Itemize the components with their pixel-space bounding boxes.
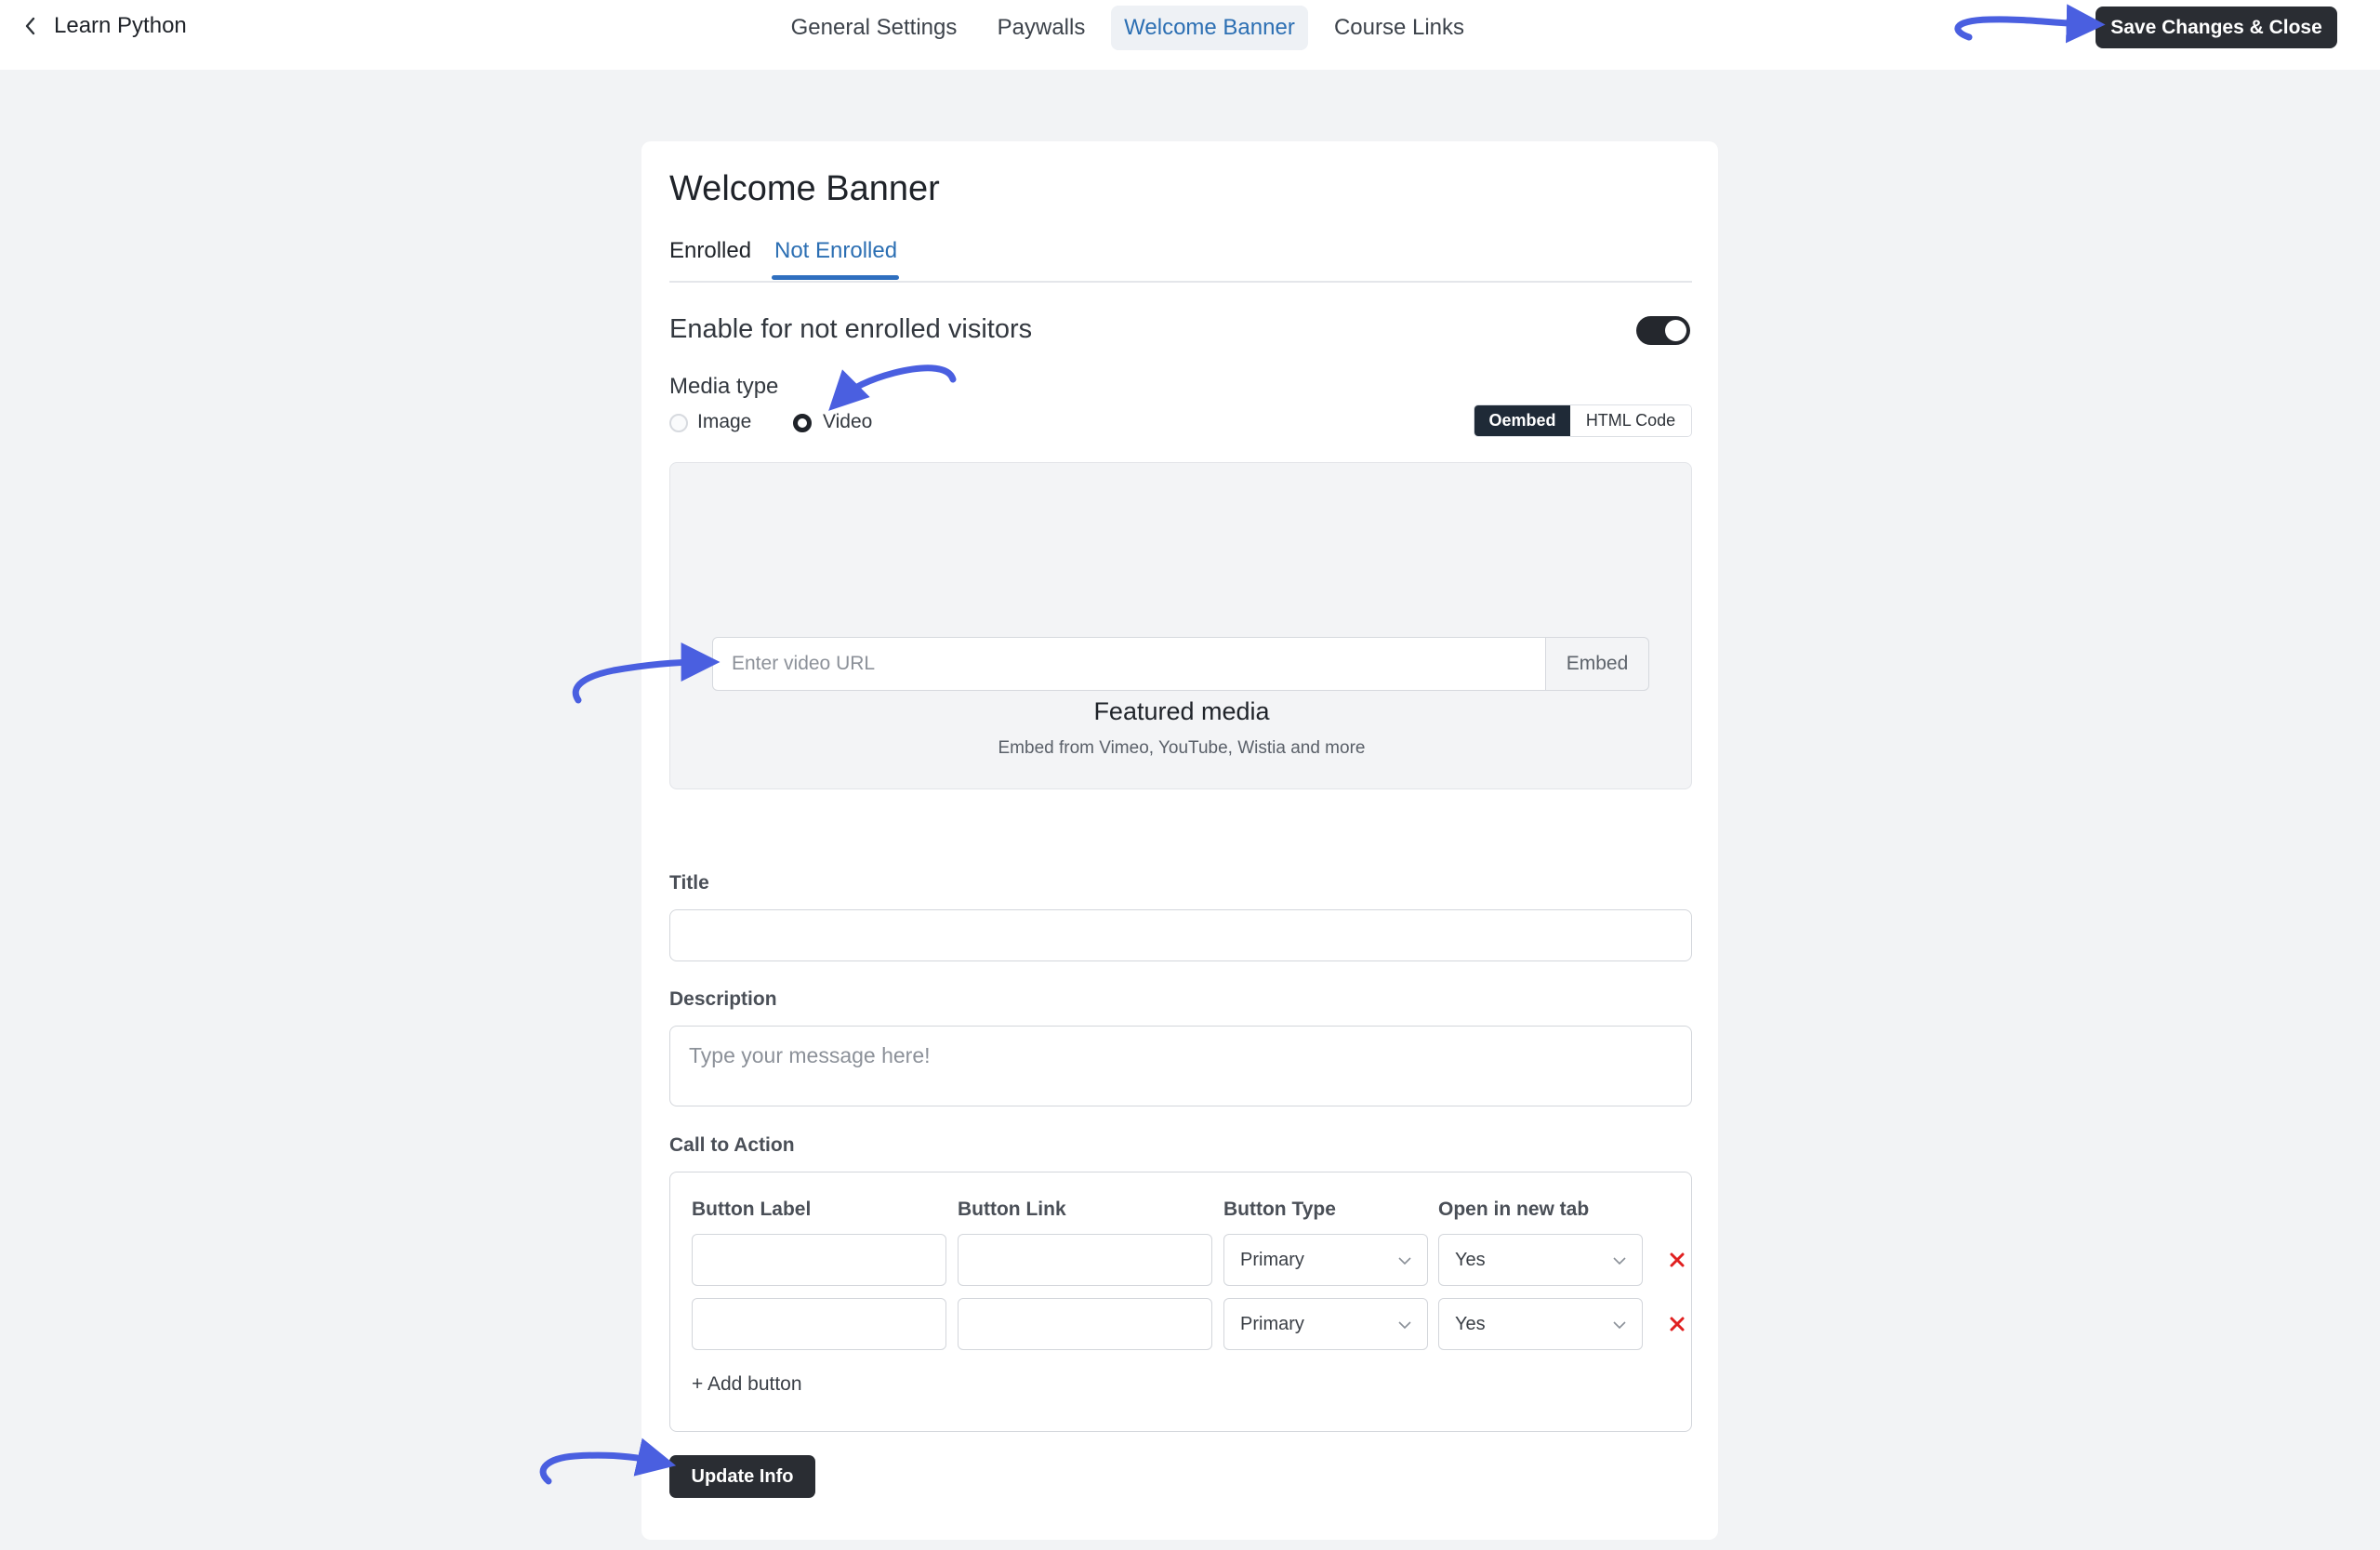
tab-general-settings[interactable]: General Settings: [781, 6, 967, 50]
col-open-new-tab: Open in new tab: [1438, 1199, 1590, 1220]
back-link[interactable]: Learn Python: [24, 13, 187, 39]
tab-welcome-banner[interactable]: Welcome Banner: [1111, 6, 1308, 50]
enable-toggle[interactable]: [1636, 316, 1690, 345]
chevron-left-icon: [25, 17, 35, 35]
featured-media-title: Featured media: [1093, 697, 1270, 725]
subtab-enrolled[interactable]: Enrolled: [669, 238, 751, 264]
open-new-tab-select[interactable]: Yes: [1438, 1234, 1643, 1286]
html-code-option[interactable]: HTML Code: [1570, 405, 1691, 436]
enable-label: Enable for not enrolled visitors: [669, 314, 1033, 344]
settings-nav: General Settings Paywalls Welcome Banner…: [0, 6, 2380, 50]
col-button-label: Button Label: [692, 1199, 812, 1220]
image-radio[interactable]: [669, 414, 688, 432]
button-type-select[interactable]: Primary: [1223, 1234, 1428, 1286]
open-new-tab-value: Yes: [1455, 1314, 1486, 1334]
button-type-select[interactable]: Primary: [1223, 1298, 1428, 1350]
delete-row-icon[interactable]: [1669, 1252, 1686, 1268]
col-button-type: Button Type: [1223, 1199, 1336, 1220]
back-link-label: Learn Python: [54, 13, 187, 38]
media-type-label: Media type: [669, 374, 779, 399]
chevron-down-icon: [1613, 1257, 1626, 1265]
button-label-input[interactable]: [692, 1234, 946, 1286]
tab-course-links[interactable]: Course Links: [1320, 6, 1478, 50]
open-new-tab-value: Yes: [1455, 1250, 1486, 1270]
chevron-down-icon: [1398, 1321, 1411, 1330]
video-radio-label[interactable]: Video: [823, 411, 872, 433]
call-to-action-label: Call to Action: [669, 1134, 795, 1156]
featured-media-subtitle: Embed from Vimeo, YouTube, Wistia and mo…: [998, 738, 1366, 758]
chevron-down-icon: [1613, 1321, 1626, 1330]
add-button-link[interactable]: + Add button: [692, 1373, 802, 1396]
update-info-button[interactable]: Update Info: [669, 1455, 815, 1498]
description-textarea[interactable]: [669, 1026, 1692, 1106]
enrollment-subtabs: Enrolled Not Enrolled: [669, 238, 1692, 283]
embed-button[interactable]: Embed: [1546, 637, 1649, 691]
oembed-option[interactable]: Oembed: [1474, 405, 1570, 436]
save-changes-close-button[interactable]: Save Changes & Close: [2096, 7, 2337, 48]
tab-paywalls[interactable]: Paywalls: [985, 6, 1097, 50]
top-bar: Learn Python General Settings Paywalls W…: [0, 0, 2380, 70]
active-subtab-indicator: [772, 275, 899, 280]
button-type-value: Primary: [1240, 1314, 1304, 1334]
title-label: Title: [669, 872, 709, 894]
delete-row-icon[interactable]: [1669, 1316, 1686, 1332]
welcome-banner-card: Welcome Banner Enrolled Not Enrolled Ena…: [641, 141, 1718, 1540]
subtab-not-enrolled[interactable]: Not Enrolled: [774, 238, 897, 264]
description-label: Description: [669, 988, 777, 1010]
call-to-action-table: Button Label Button Link Button Type Ope…: [669, 1172, 1692, 1432]
open-new-tab-select[interactable]: Yes: [1438, 1298, 1643, 1350]
toggle-knob: [1665, 320, 1686, 341]
embed-mode-toggle: Oembed HTML Code: [1474, 404, 1692, 437]
image-radio-label[interactable]: Image: [697, 411, 751, 433]
button-link-input[interactable]: [958, 1234, 1212, 1286]
col-button-link: Button Link: [958, 1199, 1066, 1220]
featured-media-box: Featured media Embed from Vimeo, YouTube…: [669, 462, 1692, 789]
button-type-value: Primary: [1240, 1250, 1304, 1270]
chevron-down-icon: [1398, 1257, 1411, 1265]
title-input[interactable]: [669, 909, 1692, 961]
video-radio[interactable]: [793, 414, 812, 432]
video-url-input[interactable]: [712, 637, 1546, 691]
button-link-input[interactable]: [958, 1298, 1212, 1350]
page-title: Welcome Banner: [669, 169, 940, 208]
button-label-input[interactable]: [692, 1298, 946, 1350]
